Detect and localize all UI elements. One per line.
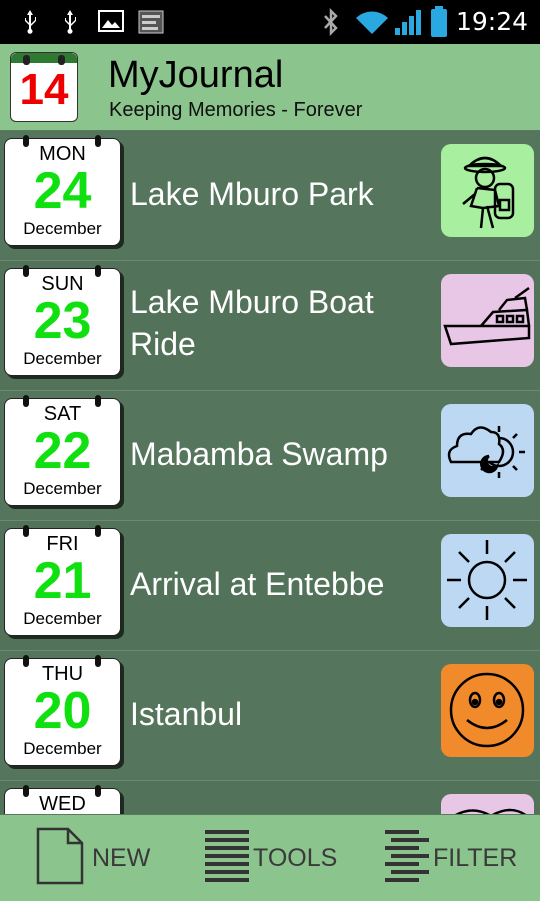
entry-title: Mabamba Swamp xyxy=(130,436,388,472)
filter-list-icon xyxy=(385,829,429,888)
date-badge: THU 20 December xyxy=(4,655,121,766)
partial-icon xyxy=(441,794,534,814)
bottom-toolbar: NEW TOOLS FILTER xyxy=(0,814,540,901)
journal-entry[interactable]: THU 20 December Istanbul xyxy=(0,651,540,781)
app-icon-number: 14 xyxy=(19,65,69,114)
entry-title: Arrival at Entebbe xyxy=(130,566,385,602)
app-header: 14 MyJournal Keeping Memories - Forever xyxy=(0,44,540,131)
status-bar: 19:24 xyxy=(0,0,540,44)
signal-icon xyxy=(394,8,422,41)
entry-title: Istanbul xyxy=(130,696,243,732)
entry-month: December xyxy=(23,609,102,628)
usb-icon xyxy=(22,10,38,39)
usb-icon xyxy=(62,10,78,39)
bluetooth-icon xyxy=(322,7,340,41)
calendar-app-icon: 14 xyxy=(10,52,78,122)
hiker-icon xyxy=(441,144,534,237)
journal-entry-list[interactable]: MON 24 December Lake Mburo Park SUN 23 D… xyxy=(0,131,540,814)
date-badge: SAT 22 December xyxy=(4,395,121,506)
weather-icon xyxy=(441,404,534,497)
tools-button[interactable]: TOOLS xyxy=(205,825,337,891)
entry-month: December xyxy=(23,739,102,758)
journal-entry[interactable]: FRI 21 December Arrival at Entebbe xyxy=(0,521,540,651)
image-icon xyxy=(98,10,124,37)
new-button[interactable]: NEW xyxy=(36,825,150,891)
journal-entry[interactable]: SAT 22 December Mabamba Swamp xyxy=(0,391,540,521)
entry-day: 23 xyxy=(33,292,92,350)
entry-day: 24 xyxy=(33,162,92,220)
filter-button-label: FILTER xyxy=(433,843,518,872)
entry-title: Lake Mburo Park xyxy=(130,176,374,212)
wifi-icon xyxy=(354,8,390,41)
tools-button-label: TOOLS xyxy=(253,843,338,872)
date-badge: SUN 23 December xyxy=(4,265,121,376)
app-subtitle: Keeping Memories - Forever xyxy=(109,99,363,121)
date-badge: MON 24 December xyxy=(4,135,121,246)
app-notification-icon xyxy=(138,10,164,39)
journal-entry[interactable]: WED xyxy=(0,781,540,814)
entry-day: 22 xyxy=(33,422,92,480)
entry-weekday: WED xyxy=(39,793,86,814)
status-time: 19:24 xyxy=(455,7,528,36)
entry-day: 21 xyxy=(33,552,92,610)
journal-entry[interactable]: MON 24 December Lake Mburo Park xyxy=(0,131,540,261)
tools-list-icon xyxy=(205,829,249,888)
filter-button[interactable]: FILTER xyxy=(385,825,517,891)
sun-icon xyxy=(441,534,534,627)
entry-title: Lake Mburo Boat Ride xyxy=(130,284,374,362)
new-button-label: NEW xyxy=(92,843,151,872)
date-badge: WED xyxy=(4,785,121,814)
battery-icon xyxy=(430,6,448,43)
entry-day: 20 xyxy=(33,682,92,740)
boat-icon xyxy=(441,274,534,367)
entry-month: December xyxy=(23,479,102,498)
entry-month: December xyxy=(23,349,102,368)
smiley-icon xyxy=(441,664,534,757)
journal-entry[interactable]: SUN 23 December Lake Mburo Boat Ride xyxy=(0,261,540,391)
new-document-icon xyxy=(36,827,84,890)
app-title: MyJournal xyxy=(108,54,284,96)
entry-month: December xyxy=(23,219,102,238)
date-badge: FRI 21 December xyxy=(4,525,121,636)
